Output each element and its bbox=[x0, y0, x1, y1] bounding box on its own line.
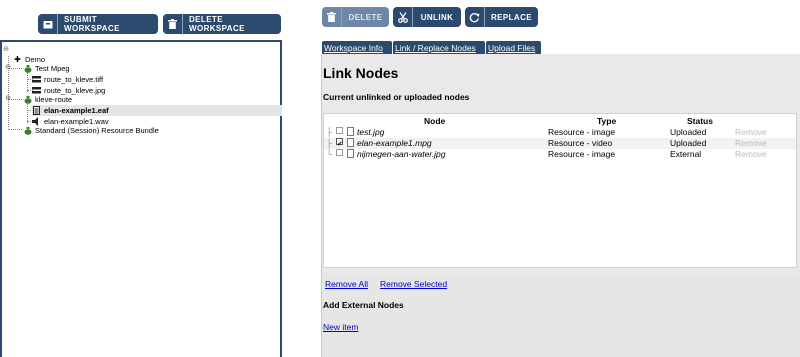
column-header-status: Status bbox=[687, 116, 713, 126]
nodes-table: Node Type Status ├ test.jpg Resource - i… bbox=[323, 113, 797, 268]
money-bag-icon bbox=[23, 64, 32, 73]
tree-node-label: route_to_kleve.tiff bbox=[44, 75, 104, 84]
tree-node-label: Test Mpeg bbox=[35, 64, 70, 73]
link-nodes-panel: Link Nodes Current unlinked or uploaded … bbox=[321, 54, 800, 357]
tree-node[interactable]: kleve-route bbox=[23, 94, 72, 105]
tree-node-label: Standard (Session) Resource Bundle bbox=[35, 126, 159, 135]
row-checkbox[interactable] bbox=[336, 127, 343, 134]
tree-connector: ├ bbox=[326, 138, 333, 148]
unlink-node-button[interactable]: UNLINK bbox=[393, 7, 461, 27]
document-icon bbox=[32, 106, 41, 115]
tree-node-label: kleve-route bbox=[35, 95, 73, 104]
submit-workspace-label: SUBMIT WORKSPACE bbox=[64, 15, 120, 33]
expand-icon[interactable]: ⊖ bbox=[4, 63, 12, 71]
cross-icon: ✚ bbox=[14, 55, 21, 64]
expand-icon[interactable]: ⊖ bbox=[4, 94, 12, 102]
remove-selected-link[interactable]: Remove Selected bbox=[380, 279, 447, 289]
node-name: nijmegen-aan-water.jpg bbox=[357, 149, 446, 159]
column-header-type: Type bbox=[597, 116, 617, 126]
tree-node-selected[interactable]: elan-example1.eaf bbox=[32, 105, 282, 116]
scissors-icon bbox=[393, 7, 413, 27]
node-type: Resource - image bbox=[548, 149, 616, 159]
trash-icon bbox=[322, 7, 342, 27]
stack-icon bbox=[32, 75, 41, 84]
file-icon bbox=[347, 138, 354, 147]
refresh-icon bbox=[465, 7, 485, 27]
money-bag-icon bbox=[23, 126, 32, 135]
workspace-tree: ⊖ ✚ Demo ⊖ Test Mpeg route_to_kleve.tiff… bbox=[0, 40, 282, 357]
money-bag-icon bbox=[23, 95, 32, 104]
row-checkbox[interactable]: ✔ bbox=[336, 138, 343, 148]
tab-workspace-info[interactable]: Workspace Info bbox=[322, 41, 392, 54]
remove-link[interactable]: Remove bbox=[735, 127, 767, 138]
section-title: Current unlinked or uploaded nodes bbox=[323, 92, 470, 102]
trash-icon bbox=[163, 14, 183, 34]
node-type: Resource - image bbox=[548, 127, 616, 137]
node-status: Uploaded bbox=[670, 138, 707, 148]
node-type: Resource - video bbox=[548, 138, 613, 148]
node-status: Uploaded bbox=[670, 127, 707, 137]
table-row[interactable]: ├ test.jpg Resource - image Uploaded Rem… bbox=[324, 127, 796, 138]
remove-all-link[interactable]: Remove All bbox=[325, 279, 368, 289]
tree-connector: └ bbox=[326, 149, 333, 159]
new-item-link[interactable]: New item bbox=[323, 322, 358, 332]
column-header-node: Node bbox=[424, 116, 446, 126]
tab-upload-files[interactable]: Upload Files bbox=[486, 41, 541, 54]
node-status: External bbox=[670, 149, 702, 159]
table-row[interactable]: ├ ✔ elan-example1.mpg Resource - video U… bbox=[324, 138, 796, 149]
replace-node-button[interactable]: REPLACE bbox=[465, 7, 538, 27]
add-external-title: Add External Nodes bbox=[323, 300, 404, 310]
page-title: Link Nodes bbox=[323, 65, 399, 81]
file-icon bbox=[347, 149, 354, 158]
delete-node-label: DELETE bbox=[348, 12, 383, 22]
replace-node-label: REPLACE bbox=[490, 12, 532, 22]
node-name: elan-example1.mpg bbox=[357, 138, 432, 148]
unlink-node-label: UNLINK bbox=[420, 12, 454, 22]
node-name: test.jpg bbox=[357, 127, 385, 137]
tree-connector: ├ bbox=[326, 127, 333, 137]
delete-workspace-label: DELETE WORKSPACE bbox=[189, 15, 245, 33]
tree-node-label: elan-example1.eaf bbox=[44, 106, 109, 115]
tree-node[interactable]: Test Mpeg bbox=[23, 63, 70, 74]
expand-icon[interactable]: ⊖ bbox=[2, 45, 10, 53]
tab-link-replace-nodes[interactable]: Link / Replace Nodes bbox=[393, 41, 485, 54]
remove-link[interactable]: Remove bbox=[735, 138, 767, 149]
row-checkbox[interactable] bbox=[336, 149, 343, 156]
delete-node-button[interactable]: DELETE bbox=[322, 7, 389, 27]
tree-node[interactable]: Standard (Session) Resource Bundle bbox=[23, 125, 159, 136]
tree-node[interactable]: route_to_kleve.tiff bbox=[32, 74, 103, 85]
submit-workspace-button[interactable]: SUBMIT WORKSPACE bbox=[38, 14, 158, 34]
remove-link[interactable]: Remove bbox=[735, 149, 767, 160]
archive-box-icon bbox=[38, 14, 58, 34]
delete-workspace-button[interactable]: DELETE WORKSPACE bbox=[163, 14, 281, 34]
table-row[interactable]: └ nijmegen-aan-water.jpg Resource - imag… bbox=[324, 149, 796, 160]
file-icon bbox=[347, 127, 354, 136]
